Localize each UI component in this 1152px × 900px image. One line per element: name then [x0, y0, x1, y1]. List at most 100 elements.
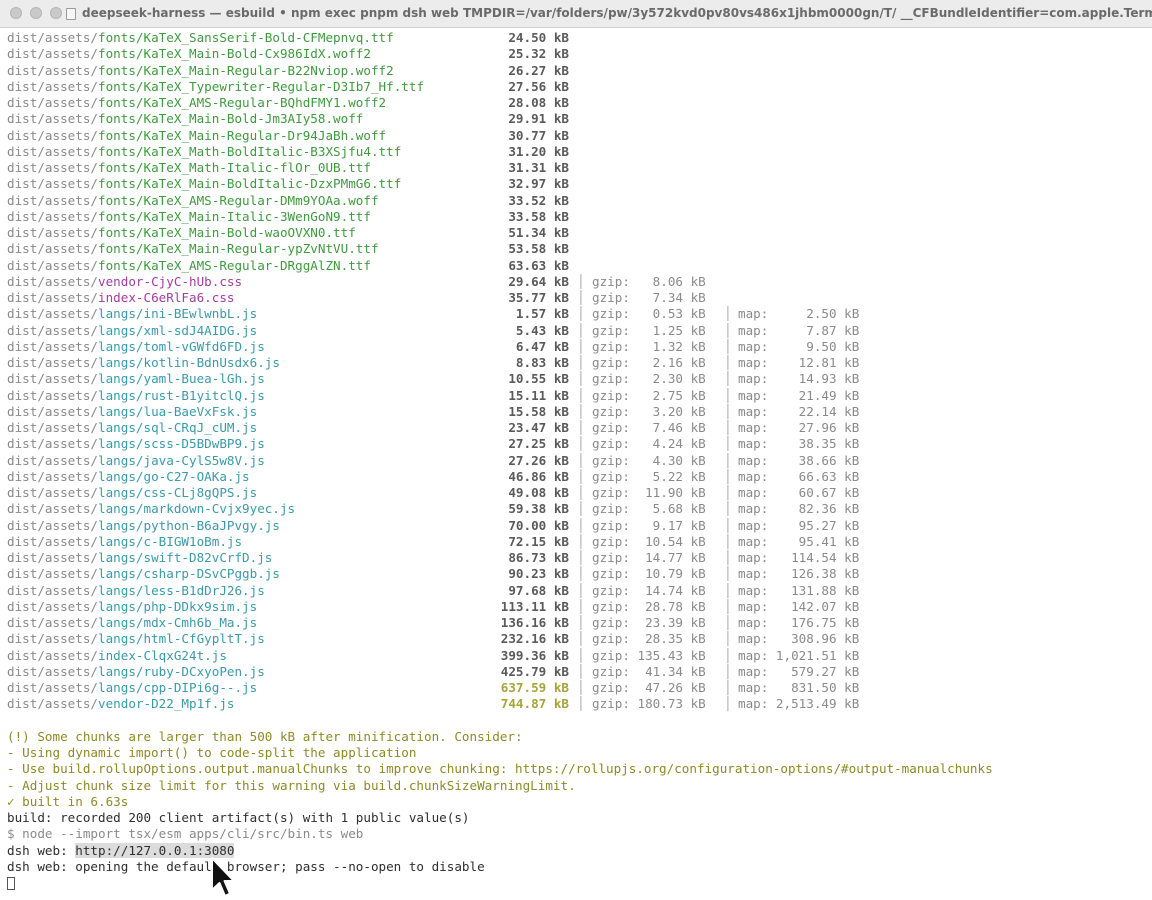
asset-size: 637.59 kB [500, 680, 569, 695]
asset-path: dist/assets/fonts/KaTeX_Typewriter-Regul… [7, 79, 424, 95]
asset-filename: langs/toml-vGWfd6FD.js [98, 338, 265, 354]
asset-row: dist/assets/langs/sql-CRqJ_cUM.js 23.47 k… [7, 420, 1147, 436]
asset-gzip-size: gzip: 4.30 kB [592, 452, 706, 468]
asset-filename: langs/mdx-Cmh6b_Ma.js [98, 615, 258, 630]
build-record-line: build: recorded 200 client artifact(s) w… [7, 810, 470, 825]
asset-dir: dist/assets/ [7, 615, 98, 630]
asset-size: 86.73 kB [508, 550, 569, 565]
asset-filename: fonts/KaTeX_Main-Bold-waoOVXN0.ttf [98, 225, 356, 240]
asset-path: dist/assets/langs/mdx-Cmh6b_Ma.js [7, 615, 257, 631]
asset-path: dist/assets/fonts/KaTeX_Main-Regular-Dr9… [7, 128, 386, 144]
asset-size: 97.68 kB [508, 582, 569, 598]
asset-size: 10.55 kB [508, 371, 569, 387]
asset-dir: dist/assets/ [7, 371, 98, 387]
asset-size: 49.08 kB [508, 485, 569, 500]
asset-path: dist/assets/vendor-D22_Mp1f.js [7, 696, 234, 712]
asset-dir: dist/assets/ [7, 647, 98, 663]
asset-map-size: map: 60.67 kB [738, 485, 860, 500]
asset-dir: dist/assets/ [7, 387, 98, 403]
input-line[interactable] [7, 875, 1147, 891]
column-separator: │ [577, 436, 585, 452]
asset-map-size: map: 9.50 kB [738, 338, 860, 354]
asset-path: dist/assets/fonts/KaTeX_Math-Italic-flOr… [7, 160, 371, 176]
asset-row: dist/assets/langs/css-CLj8gQPS.js 49.08 k… [7, 485, 1147, 501]
warning-line: - Adjust chunk size limit for this warni… [7, 777, 576, 793]
asset-map-size: map: 142.07 kB [738, 598, 860, 614]
asset-filename: fonts/KaTeX_Main-Bold-Cx986IdX.woff2 [98, 46, 371, 62]
asset-path: dist/assets/fonts/KaTeX_Main-Regular-ypZ… [7, 241, 379, 257]
terminal-output[interactable]: dist/assets/fonts/KaTeX_SansSerif-Bold-C… [7, 30, 1147, 896]
asset-dir: dist/assets/ [7, 582, 98, 598]
asset-dir: dist/assets/ [7, 46, 98, 62]
document-icon [66, 8, 76, 20]
column-separator: │ [724, 485, 732, 500]
asset-dir: dist/assets/ [7, 485, 98, 500]
asset-dir: dist/assets/ [7, 322, 98, 338]
asset-gzip-size: gzip: 11.90 kB [592, 485, 706, 500]
column-separator: │ [577, 338, 585, 354]
asset-filename: fonts/KaTeX_AMS-Regular-DMm9YOAa.woff [98, 192, 379, 208]
asset-row: dist/assets/langs/less-B1dDrJ26.js 97.68 … [7, 583, 1147, 599]
asset-row: dist/assets/langs/markdown-Cvjx9yec.js 59… [7, 501, 1147, 517]
asset-size: 15.58 kB [508, 403, 569, 419]
asset-path: dist/assets/fonts/KaTeX_AMS-Regular-DMm9… [7, 193, 379, 209]
asset-size: 35.77 kB [508, 290, 569, 305]
column-separator: │ [577, 533, 585, 549]
asset-map-size: map: 95.41 kB [738, 533, 860, 549]
asset-gzip-size: gzip: 5.22 kB [592, 468, 706, 484]
asset-filename: langs/go-C27-OAKa.js [98, 468, 250, 484]
asset-gzip-size: gzip: 14.77 kB [592, 550, 706, 565]
asset-filename: langs/csharp-DSvCPggb.js [98, 566, 280, 582]
asset-dir: dist/assets/ [7, 257, 98, 273]
asset-filename: langs/python-B6aJPvgy.js [98, 517, 280, 533]
asset-path: dist/assets/fonts/KaTeX_Main-BoldItalic-… [7, 176, 401, 192]
asset-path: dist/assets/langs/lua-BaeVxFsk.js [7, 404, 257, 420]
column-separator: │ [724, 420, 732, 435]
asset-dir: dist/assets/ [7, 452, 98, 468]
asset-dir: dist/assets/ [7, 533, 98, 549]
asset-path: dist/assets/langs/go-C27-OAKa.js [7, 469, 250, 485]
asset-filename: langs/swift-D82vCrfD.js [98, 550, 273, 565]
column-separator: │ [724, 598, 732, 614]
asset-path: dist/assets/fonts/KaTeX_AMS-Regular-BQhd… [7, 95, 386, 111]
column-separator: │ [577, 273, 585, 289]
asset-gzip-size: gzip: 9.17 kB [592, 517, 706, 533]
asset-map-size: map: 14.93 kB [738, 371, 860, 387]
asset-filename: langs/ini-BEwlwnbL.js [98, 306, 258, 322]
asset-row: dist/assets/langs/csharp-DSvCPggb.js 90.2… [7, 566, 1147, 582]
asset-path: dist/assets/vendor-CjyC-hUb.css [7, 274, 242, 290]
column-separator: │ [577, 452, 585, 468]
asset-path: dist/assets/langs/c-BIGW1oBm.js [7, 534, 242, 550]
column-separator: │ [724, 566, 732, 582]
close-button[interactable] [10, 7, 22, 19]
column-separator: │ [577, 696, 585, 712]
zoom-button[interactable] [50, 7, 62, 19]
asset-path: dist/assets/langs/php-DDkx9sim.js [7, 599, 257, 615]
asset-row: dist/assets/fonts/KaTeX_Math-Italic-flOr… [7, 160, 1147, 176]
asset-filename: langs/java-CylS5w8V.js [98, 452, 265, 468]
column-separator: │ [724, 468, 732, 484]
asset-filename: langs/lua-BaeVxFsk.js [98, 403, 258, 419]
asset-path: dist/assets/langs/markdown-Cvjx9yec.js [7, 501, 295, 517]
asset-dir: dist/assets/ [7, 420, 98, 435]
asset-path: dist/assets/langs/ruby-DCxyoPen.js [7, 664, 265, 680]
asset-row: dist/assets/fonts/KaTeX_AMS-Regular-BQhd… [7, 95, 1147, 111]
asset-dir: dist/assets/ [7, 225, 98, 240]
asset-size: 51.34 kB [508, 225, 569, 240]
asset-path: dist/assets/langs/cpp-DIPi6g--.js [7, 680, 257, 696]
asset-filename: fonts/KaTeX_Typewriter-Regular-D3Ib7_Hf.… [98, 78, 425, 94]
asset-row: dist/assets/fonts/KaTeX_Main-Bold-Jm3AIy… [7, 111, 1147, 127]
asset-row: dist/assets/fonts/KaTeX_Main-Italic-3Wen… [7, 209, 1147, 225]
column-separator: │ [577, 306, 585, 322]
minimize-button[interactable] [30, 7, 42, 19]
asset-dir: dist/assets/ [7, 566, 98, 582]
asset-path: dist/assets/fonts/KaTeX_Main-Regular-B22… [7, 63, 394, 79]
asset-map-size: map: 831.50 kB [738, 680, 860, 695]
asset-filename: langs/php-DDkx9sim.js [98, 598, 258, 614]
asset-gzip-size: gzip: 8.06 kB [592, 273, 706, 289]
asset-map-size: map: 176.75 kB [738, 615, 860, 630]
column-separator: │ [724, 517, 732, 533]
asset-row: dist/assets/langs/html-CfGypltT.js 232.16… [7, 631, 1147, 647]
column-separator: │ [724, 550, 732, 565]
asset-row: dist/assets/fonts/KaTeX_Math-BoldItalic-… [7, 144, 1147, 160]
